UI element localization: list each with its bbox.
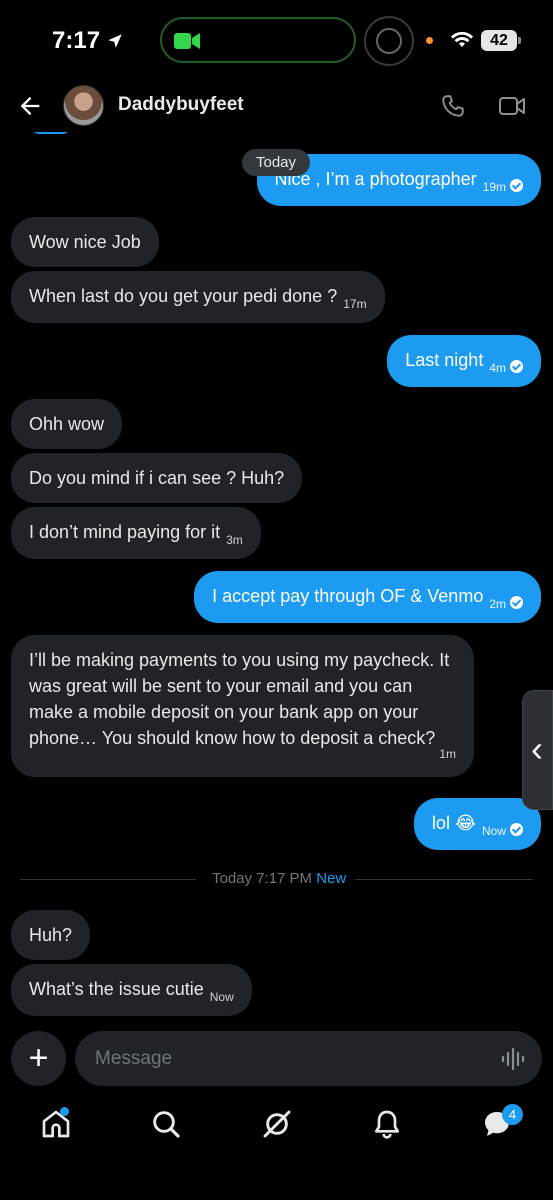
chevron-left-icon: ‹ [531, 728, 543, 769]
messages-badge: 4 [502, 1104, 523, 1125]
message-time: 2m [489, 597, 506, 611]
new-label: New [316, 870, 347, 887]
message-text: lol 😂 [431, 813, 476, 833]
back-arrow-icon[interactable] [16, 92, 44, 120]
bell-icon[interactable] [371, 1108, 403, 1140]
location-arrow-icon [108, 34, 122, 48]
avatar[interactable] [63, 85, 104, 126]
message-time: 19m [482, 180, 506, 194]
message-bubble-incoming[interactable]: I’ll be making payments to you using my … [11, 635, 474, 777]
voice-icon[interactable] [501, 1047, 527, 1071]
home-notification-dot [60, 1107, 69, 1116]
contact-name[interactable]: Daddybuyfeet [118, 94, 244, 116]
message-bubble-incoming[interactable]: I don’t mind paying for it 3m [11, 507, 261, 559]
message-time: 17m [343, 297, 367, 311]
message-time: 1m [439, 747, 456, 761]
message-bubble-outgoing[interactable]: I accept pay through OF & Venmo 2m [194, 571, 541, 623]
status-time-text: 7:17 [52, 27, 101, 54]
message-bubble-incoming[interactable]: Ohh wow [11, 399, 123, 449]
message-bubble-outgoing[interactable]: Last night 4m [387, 335, 541, 387]
read-check-icon [510, 596, 523, 609]
message-text: I don’t mind paying for it [29, 522, 221, 542]
message-thread[interactable]: Nice , I’m a photographer 19m Today Wow n… [0, 132, 553, 1027]
video-icon[interactable] [498, 94, 526, 118]
divider-label: Today 7:17 PM New [212, 870, 347, 887]
message-text: Ohh wow [29, 414, 105, 434]
message-text: I accept pay through OF & Venmo [212, 586, 484, 606]
message-time: Now [481, 824, 506, 838]
mic-indicator-dot [426, 37, 433, 44]
message-text: Huh? [29, 925, 73, 945]
message-time: 4m [489, 361, 506, 375]
battery-indicator: 42 [481, 30, 521, 51]
bottom-nav: 4 [0, 1095, 553, 1160]
search-icon[interactable] [150, 1108, 182, 1140]
new-messages-divider: Today 7:17 PM New [20, 870, 533, 890]
message-bubble-incoming[interactable]: Huh? [11, 910, 91, 960]
grok-icon[interactable] [261, 1108, 293, 1140]
read-check-icon [510, 823, 523, 836]
side-panel-handle[interactable]: ‹ [522, 690, 553, 810]
message-text: When last do you get your pedi done ? [29, 286, 338, 306]
message-bubble-incoming[interactable]: Wow nice Job [11, 217, 159, 267]
facetime-icon [174, 33, 200, 49]
message-bubble-incoming[interactable]: Do you mind if i can see ? Huh? [11, 453, 303, 503]
conversation-header: Daddybuyfeet [0, 80, 553, 132]
phone-icon[interactable] [440, 93, 466, 119]
message-composer: + [0, 1030, 553, 1088]
message-bubble-incoming[interactable]: What’s the issue cutie Now [11, 964, 252, 1016]
message-input[interactable] [75, 1031, 542, 1086]
status-bar: 7:17 42 [0, 0, 553, 80]
date-pill: Today [242, 149, 311, 176]
message-time: 3m [226, 533, 243, 547]
read-check-icon [510, 179, 523, 192]
message-text: What’s the issue cutie [29, 979, 204, 999]
status-time: 7:17 [52, 27, 124, 55]
message-bubble-partial [30, 132, 72, 134]
message-time: Now [209, 990, 234, 1004]
message-text: Do you mind if i can see ? Huh? [29, 468, 285, 488]
dynamic-island [160, 17, 356, 63]
message-text: Last night [405, 350, 484, 370]
read-check-icon [510, 360, 523, 373]
add-attachment-button[interactable]: + [11, 1031, 66, 1086]
camera-indicator [364, 16, 414, 66]
wifi-icon [451, 31, 473, 47]
message-text: I’ll be making payments to you using my … [29, 650, 450, 748]
message-bubble-incoming[interactable]: When last do you get your pedi done ? 17m [11, 271, 385, 323]
message-bubble-outgoing[interactable]: lol 😂 Now [413, 798, 541, 850]
message-text: Wow nice Job [29, 232, 141, 252]
